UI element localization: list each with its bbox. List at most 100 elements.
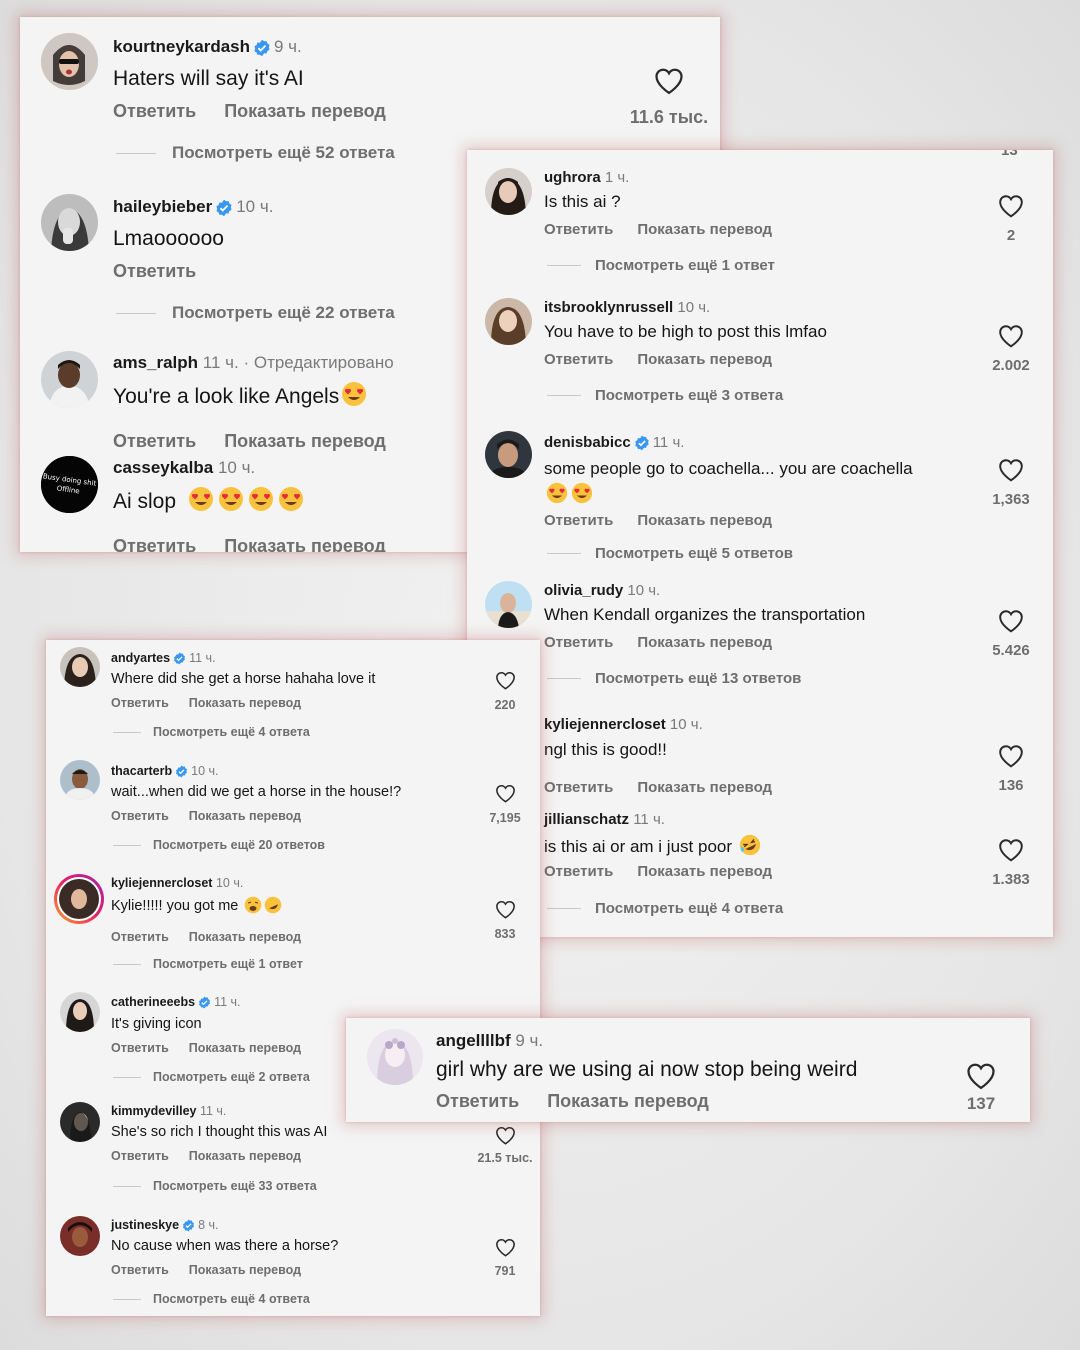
username[interactable]: casseykalba — [113, 458, 213, 477]
translate-button[interactable]: Показать перевод — [637, 863, 772, 880]
reply-button[interactable]: Ответить — [111, 930, 169, 944]
comment-actions: Ответить Показать перевод — [544, 351, 772, 368]
reply-button[interactable]: Ответить — [544, 779, 613, 796]
translate-button[interactable]: Показать перевод — [189, 1149, 301, 1163]
view-replies-button[interactable]: Посмотреть ещё 4 ответа — [547, 900, 783, 917]
heart-icon[interactable] — [472, 784, 538, 803]
like-count: 833 — [494, 927, 516, 941]
username[interactable]: catherineeebs — [111, 995, 195, 1009]
view-replies-button[interactable]: Посмотреть ещё 4 ответа — [113, 725, 310, 739]
translate-button[interactable]: Показать перевод — [547, 1091, 709, 1111]
translate-button[interactable]: Показать перевод — [637, 351, 772, 368]
reply-button[interactable]: Ответить — [113, 261, 196, 281]
avatar[interactable]: Busy doing shit Offline — [41, 456, 98, 513]
avatar[interactable] — [485, 168, 532, 215]
heart-icon[interactable] — [472, 671, 538, 690]
view-replies-button[interactable]: Посмотреть ещё 2 ответа — [113, 1070, 310, 1084]
avatar[interactable] — [41, 194, 98, 251]
heart-icon[interactable] — [472, 1238, 538, 1257]
like-control: 137 — [941, 1062, 1021, 1114]
reply-button[interactable]: Ответить — [113, 536, 196, 552]
reply-button[interactable]: Ответить — [111, 1263, 169, 1277]
avatar[interactable] — [41, 33, 98, 90]
username[interactable]: kimmydevilley — [111, 1104, 196, 1118]
avatar[interactable] — [60, 647, 100, 687]
reply-button[interactable]: Ответить — [111, 1149, 169, 1163]
avatar[interactable] — [367, 1029, 423, 1085]
view-replies-button[interactable]: Посмотреть ещё 1 ответ — [547, 257, 775, 274]
view-replies-button[interactable]: Посмотреть ещё 13 ответов — [547, 670, 801, 687]
reply-button[interactable]: Ответить — [436, 1091, 519, 1111]
avatar[interactable] — [485, 431, 532, 478]
translate-button[interactable]: Показать перевод — [189, 1263, 301, 1277]
like-count: 1.383 — [992, 871, 1030, 888]
reply-button[interactable]: Ответить — [113, 101, 196, 121]
comment-actions: Ответить Показать перевод — [544, 779, 772, 796]
comment-text: Is this ai ? — [544, 192, 621, 211]
username[interactable]: justineskye — [111, 1218, 179, 1232]
translate-button[interactable]: Показать перевод — [189, 930, 301, 944]
username[interactable]: angellllbf — [436, 1031, 511, 1050]
heart-icon[interactable] — [472, 1126, 538, 1145]
avatar[interactable] — [60, 992, 100, 1032]
view-replies-button[interactable]: Посмотреть ещё 33 ответа — [113, 1179, 317, 1193]
avatar[interactable] — [485, 581, 532, 628]
translate-button[interactable]: Показать перевод — [637, 634, 772, 651]
username[interactable]: kyliejennercloset — [544, 716, 666, 733]
reply-button[interactable]: Ответить — [544, 634, 613, 651]
avatar-icon — [367, 1029, 423, 1085]
username[interactable]: haileybieber — [113, 197, 212, 216]
heart-icon[interactable] — [971, 194, 1051, 218]
reply-button[interactable]: Ответить — [544, 512, 613, 529]
heart-icon[interactable] — [971, 744, 1051, 768]
translate-button[interactable]: Показать перевод — [189, 809, 301, 823]
heart-icon[interactable] — [971, 458, 1051, 482]
avatar[interactable] — [60, 760, 100, 800]
translate-button[interactable]: Показать перевод — [637, 779, 772, 796]
avatar[interactable] — [60, 1216, 100, 1256]
avatar[interactable] — [54, 874, 104, 924]
view-replies-button[interactable]: Посмотреть ещё 1 ответ — [113, 957, 303, 971]
avatar[interactable] — [41, 351, 98, 408]
translate-button[interactable]: Показать перевод — [189, 1041, 301, 1055]
username[interactable]: ughrora — [544, 169, 601, 186]
translate-button[interactable]: Показать перевод — [224, 431, 386, 451]
heart-icon[interactable] — [620, 67, 718, 95]
avatar[interactable] — [485, 298, 532, 345]
view-replies-button[interactable]: Посмотреть ещё 4 ответа — [113, 1292, 310, 1306]
username[interactable]: andyartes — [111, 651, 170, 665]
reply-button[interactable]: Ответить — [111, 696, 169, 710]
username[interactable]: ams_ralph — [113, 353, 198, 372]
heart-icon[interactable] — [971, 324, 1051, 348]
translate-button[interactable]: Показать перевод — [224, 101, 386, 121]
reply-button[interactable]: Ответить — [111, 809, 169, 823]
timestamp: 11 ч. — [214, 995, 241, 1009]
translate-button[interactable]: Показать перевод — [637, 221, 772, 238]
reply-button[interactable]: Ответить — [113, 431, 196, 451]
heart-icon[interactable] — [941, 1062, 1021, 1090]
translate-button[interactable]: Показать перевод — [189, 696, 301, 710]
username[interactable]: jillianschatz — [544, 811, 629, 828]
avatar[interactable] — [60, 1102, 100, 1142]
heart-icon[interactable] — [971, 838, 1051, 862]
username[interactable]: itsbrooklynrussell — [544, 299, 673, 316]
translate-button[interactable]: Показать перевод — [637, 512, 772, 529]
username[interactable]: kyliejennercloset — [111, 876, 212, 890]
reply-button[interactable]: Ответить — [111, 1041, 169, 1055]
view-replies-button[interactable]: Посмотреть ещё 22 ответа — [116, 303, 395, 323]
view-replies-button[interactable]: Посмотреть ещё 52 ответа — [116, 143, 395, 163]
reply-button[interactable]: Ответить — [544, 221, 613, 238]
reply-button[interactable]: Ответить — [544, 351, 613, 368]
heart-icon[interactable] — [971, 609, 1051, 633]
translate-button[interactable]: Показать перевод — [224, 536, 386, 552]
username[interactable]: denisbabicc — [544, 434, 631, 451]
username[interactable]: kourtneykardash — [113, 37, 250, 56]
heart-icon[interactable] — [472, 900, 538, 919]
reply-button[interactable]: Ответить — [544, 863, 613, 880]
username[interactable]: thacarterb — [111, 764, 172, 778]
view-replies-button[interactable]: Посмотреть ещё 5 ответов — [547, 545, 793, 562]
username[interactable]: olivia_rudy — [544, 582, 623, 599]
view-replies-button[interactable]: Посмотреть ещё 3 ответа — [547, 387, 783, 404]
comment-meta: casseykalba 10 ч. — [113, 458, 255, 478]
view-replies-button[interactable]: Посмотреть ещё 20 ответов — [113, 838, 325, 852]
